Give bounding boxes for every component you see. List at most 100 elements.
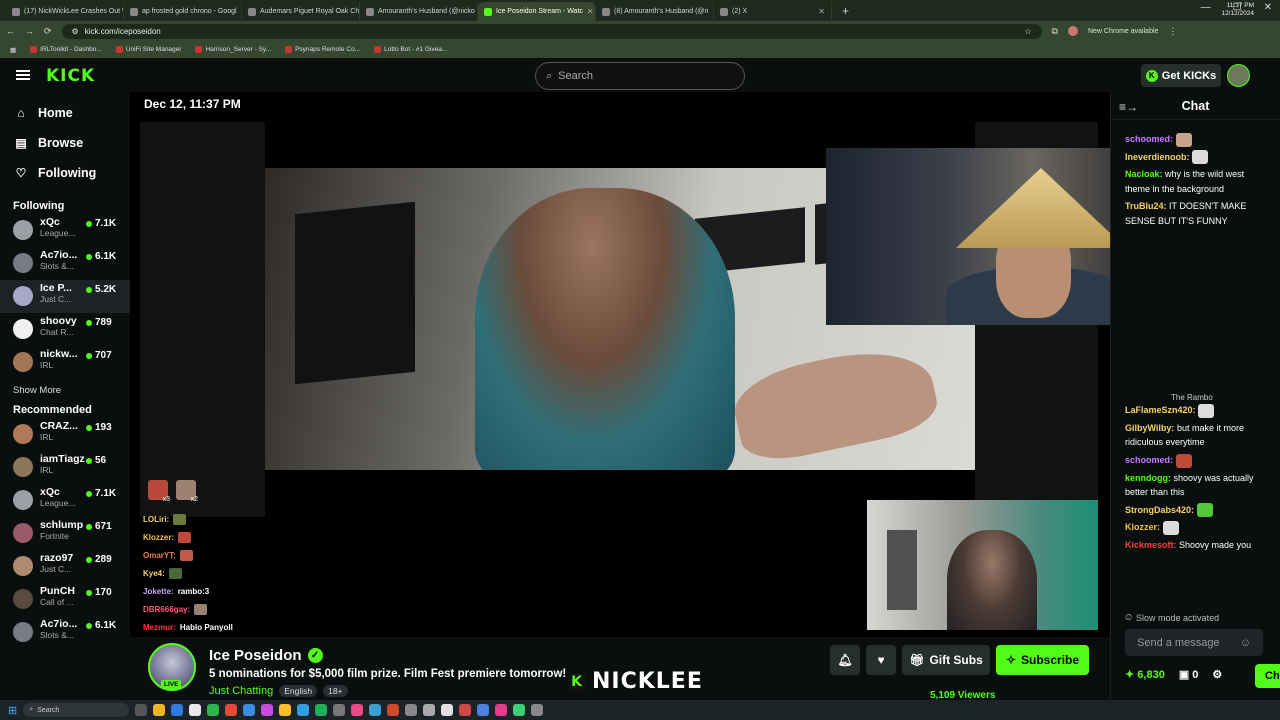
bookmark-item[interactable]: Harrison_Server - Sy... <box>195 46 271 53</box>
sidebar-channel[interactable]: xQc League... 7.1K <box>0 484 130 517</box>
sidebar-channel[interactable]: shoovy Chat R... 789 <box>0 313 130 346</box>
chat-username[interactable]: Ineverdienoob: <box>1125 152 1190 162</box>
bookmark-item[interactable]: Psynaps Remote Co... <box>285 46 360 53</box>
show-more-link[interactable]: Show More <box>0 385 130 396</box>
emoji-icon[interactable]: ☺ <box>1240 637 1251 649</box>
sidebar-channel[interactable]: xQc League... 7.1K <box>0 214 130 247</box>
chat-username[interactable]: schoomed: <box>1125 134 1173 144</box>
taskbar-app-icon[interactable] <box>279 704 292 716</box>
browser-tab[interactable]: (2) X ✕ <box>714 2 832 21</box>
nav-browse[interactable]: ▤ Browse <box>14 128 130 158</box>
menu-dots-icon[interactable]: ⋮ <box>1168 26 1177 37</box>
chat-send-button[interactable]: Chat <box>1255 664 1280 688</box>
taskbar-app-icon[interactable] <box>153 704 166 716</box>
browser-tab[interactable]: ap frosted gold chrono - Googl✕ <box>124 2 242 21</box>
profile-icon[interactable] <box>1067 26 1078 36</box>
sidebar-channel[interactable]: Ac7io... Slots &... 6.1K <box>0 616 130 649</box>
back-icon[interactable]: ← <box>6 26 15 36</box>
sidebar-channel[interactable]: PunCH Call of ... 170 <box>0 583 130 616</box>
taskbar-app-icon[interactable] <box>459 704 472 716</box>
kick-logo[interactable]: KICK <box>46 66 95 86</box>
chat-username[interactable]: Kickmesoft: <box>1125 540 1177 550</box>
sidebar-channel[interactable]: schlump Fortnite 671 <box>0 517 130 550</box>
apps-grid-icon[interactable]: ▦ <box>10 46 16 54</box>
chat-username[interactable]: GilbyWilby: <box>1125 423 1174 433</box>
sidebar-channel[interactable]: iamTiagz IRL 56 <box>0 451 130 484</box>
tag-language[interactable]: English <box>279 685 318 697</box>
forward-icon[interactable]: → <box>25 26 34 36</box>
chat-username[interactable]: schoomed: <box>1125 455 1173 465</box>
taskbar-app-icon[interactable] <box>441 704 454 716</box>
taskbar-app-icon[interactable] <box>261 704 274 716</box>
nav-following[interactable]: ♡ Following <box>14 158 130 188</box>
chat-username[interactable]: LaFlameSzn420: <box>1125 405 1196 415</box>
taskbar-app-icon[interactable] <box>495 704 508 716</box>
chat-username[interactable]: Klozzer: <box>1125 522 1160 532</box>
bookmark-star-icon[interactable]: ☆ <box>1024 27 1031 36</box>
chat-settings-icon[interactable]: ⚙ <box>1212 668 1222 681</box>
taskbar-app-icon[interactable] <box>297 704 310 716</box>
nav-home[interactable]: ⌂ Home <box>14 98 130 128</box>
stream-category[interactable]: Just Chatting <box>209 685 273 697</box>
browser-tab[interactable]: Amouranth's Husband (@nicko✕ <box>360 2 478 21</box>
taskbar-app-icon[interactable] <box>477 704 490 716</box>
chat-username[interactable]: Nacloak: <box>1125 169 1163 179</box>
new-chrome-available[interactable]: New Chrome available <box>1088 28 1158 35</box>
gift-subs-button[interactable]: 🎁︎ Gift Subs <box>902 645 990 675</box>
streamer-name[interactable]: Ice Poseidon <box>209 647 302 664</box>
taskbar-app-icon[interactable] <box>369 704 382 716</box>
chat-username[interactable]: StrongDabs420: <box>1125 505 1194 515</box>
reload-icon[interactable]: ⟳ <box>44 26 52 37</box>
search-input[interactable]: ⌕ Search <box>535 62 745 90</box>
minimize-icon[interactable]: — <box>1201 2 1211 13</box>
follow-button[interactable]: ♥ <box>866 645 896 675</box>
bookmark-item[interactable]: UniFi Site Manager <box>115 46 181 53</box>
taskbar-app-icon[interactable] <box>135 704 148 716</box>
taskbar-app-icon[interactable] <box>513 704 526 716</box>
notifications-button[interactable]: 🔔︎ <box>830 645 860 675</box>
extensions-icon[interactable]: ⧉ <box>1052 26 1058 37</box>
channel-points[interactable]: ✦ 6,830 <box>1125 668 1165 681</box>
taskbar-app-icon[interactable] <box>189 704 202 716</box>
bookmark-item[interactable]: IRLToolkit - Dashbo... <box>30 46 102 53</box>
user-avatar[interactable] <box>1227 64 1250 87</box>
sidebar-channel[interactable]: Ice P... Just C... 5.2K <box>0 280 130 313</box>
bookmark-item[interactable]: Lotto Bot - #1 Givea... <box>374 46 447 53</box>
taskbar-app-icon[interactable] <box>171 704 184 716</box>
get-kicks-button[interactable]: K Get KICKs <box>1141 64 1221 87</box>
browser-tab[interactable]: Ice Poseidon Stream - Watc ✕ <box>478 2 596 21</box>
taskbar-app-icon[interactable] <box>423 704 436 716</box>
taskbar-app-icon[interactable] <box>351 704 364 716</box>
tag-mature[interactable]: 18+ <box>323 685 348 697</box>
windows-start-icon[interactable]: ⊞ <box>8 704 17 717</box>
collapse-chat-icon[interactable]: ≡→ <box>1119 100 1138 114</box>
taskbar-app-icon[interactable] <box>225 704 238 716</box>
sidebar-channel[interactable]: nickw... IRL 707 <box>0 346 130 379</box>
taskbar-app-icon[interactable] <box>333 704 346 716</box>
send-message-input[interactable]: Send a message ☺ <box>1125 629 1263 656</box>
tab-close-icon[interactable]: ✕ <box>818 7 825 16</box>
sidebar-channel[interactable]: razo97 Just C... 289 <box>0 550 130 583</box>
browser-tab[interactable]: (8) Amouranth's Husband (@n✕ <box>596 2 714 21</box>
browser-tab[interactable]: Audemars Piguet Royal Oak Ch✕ <box>242 2 360 21</box>
taskbar-app-icon[interactable] <box>243 704 256 716</box>
address-bar[interactable]: ⚙ kick.com/iceposeidon ☆ <box>61 23 1042 39</box>
tab-close-icon[interactable]: ✕ <box>587 7 594 16</box>
boxes-count[interactable]: ▣ 0 <box>1179 668 1199 681</box>
taskbar-app-icon[interactable] <box>387 704 400 716</box>
taskbar-app-icon[interactable] <box>207 704 220 716</box>
browser-tab[interactable]: (17) NickWickLee Crashes Out W✕ <box>6 2 124 21</box>
taskbar-search[interactable]: ⌕ Search <box>23 703 130 717</box>
new-tab-icon[interactable]: + <box>832 2 859 21</box>
sidebar-channel[interactable]: Ac7io... Slots &... 6.1K <box>0 247 130 280</box>
subscribe-button[interactable]: ✧ Subscribe <box>996 645 1089 675</box>
sidebar-channel[interactable]: CRAZ... IRL 193 <box>0 418 130 451</box>
chat-username[interactable]: kenndogg: <box>1125 473 1171 483</box>
taskbar-app-icon[interactable] <box>315 704 328 716</box>
taskbar-app-icon[interactable] <box>405 704 418 716</box>
close-icon[interactable]: ✕ <box>1264 2 1272 13</box>
chat-username[interactable]: TruBlu24: <box>1125 201 1167 211</box>
taskbar-app-icon[interactable] <box>531 704 544 716</box>
hamburger-menu-icon[interactable] <box>16 70 30 80</box>
site-info-icon[interactable]: ⚙ <box>72 27 79 36</box>
